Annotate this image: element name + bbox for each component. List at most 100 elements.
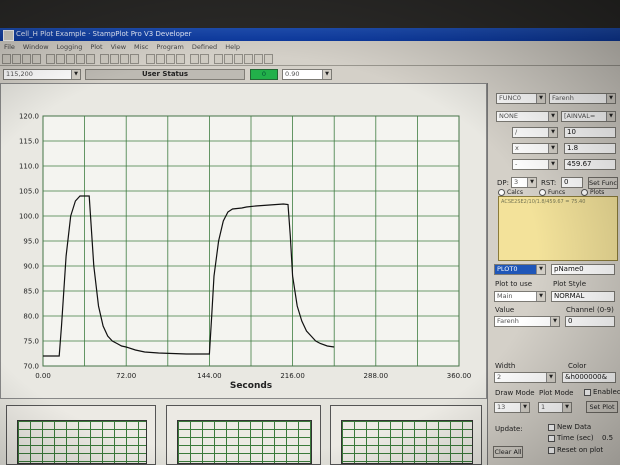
func-name-select[interactable]: Farenh ▼ bbox=[549, 93, 616, 104]
enabled-checkbox[interactable]: Enabled bbox=[584, 388, 620, 396]
input-value: [AINVAL= bbox=[564, 112, 596, 120]
plot-to-use-select[interactable]: Main ▼ bbox=[494, 291, 546, 302]
plot-name-input[interactable]: pName0 bbox=[551, 264, 615, 275]
op2-select[interactable]: x ▼ bbox=[512, 143, 558, 154]
plot-style-input[interactable]: NORMAL bbox=[551, 291, 615, 302]
mini-plot-2[interactable] bbox=[166, 405, 321, 465]
color-input[interactable]: &h000000& bbox=[562, 372, 616, 383]
text-icon[interactable] bbox=[244, 54, 253, 64]
dp-select[interactable]: 3 ▼ bbox=[511, 177, 537, 188]
op3-select[interactable]: - ▼ bbox=[512, 159, 558, 170]
y-tick-label: 105.0 bbox=[19, 188, 39, 196]
interval-select[interactable]: 0.90 ▼ bbox=[282, 69, 332, 80]
shift-left-icon[interactable] bbox=[120, 54, 129, 64]
menu-view[interactable]: View bbox=[107, 41, 130, 53]
value-label: Value bbox=[495, 306, 515, 314]
y-zoom-in-icon[interactable] bbox=[146, 54, 155, 64]
menu-help[interactable]: Help bbox=[221, 41, 244, 53]
mini-plot-1[interactable] bbox=[6, 405, 156, 465]
checkbox-icon bbox=[548, 434, 555, 442]
value-select[interactable]: Farenh ▼ bbox=[494, 316, 560, 327]
reset-on-plot-checkbox[interactable]: Reset on plot bbox=[548, 446, 603, 454]
radio-funcs-label: Funcs bbox=[548, 189, 566, 196]
y-tick-label: 70.0 bbox=[23, 363, 39, 371]
reset-on-plot-label: Reset on plot bbox=[557, 446, 604, 454]
menu-defined[interactable]: Defined bbox=[188, 41, 221, 53]
operand1-input[interactable]: 10 bbox=[564, 127, 616, 138]
draw-icon[interactable] bbox=[214, 54, 223, 64]
shift-right-icon[interactable] bbox=[130, 54, 139, 64]
new-data-label: New Data bbox=[557, 423, 592, 431]
time-value[interactable]: 0.5 bbox=[602, 434, 613, 442]
width-select[interactable]: 2 ▼ bbox=[494, 372, 556, 383]
op2-value: x bbox=[515, 144, 519, 152]
set-plot-button[interactable]: Set Plot bbox=[586, 401, 618, 413]
print-icon[interactable] bbox=[22, 54, 31, 64]
help-icon[interactable] bbox=[264, 54, 273, 64]
color-icon[interactable] bbox=[224, 54, 233, 64]
new-data-checkbox[interactable]: New Data bbox=[548, 423, 591, 431]
disconnect-icon[interactable] bbox=[86, 54, 95, 64]
settings-icon[interactable] bbox=[254, 54, 263, 64]
menu-bar: File Window Logging Plot View Misc Program Defi… bbox=[0, 41, 620, 53]
plot-select-value: PLOT0 bbox=[497, 265, 518, 273]
zoom-in-icon[interactable] bbox=[100, 54, 109, 64]
window-title: Cell_H Plot Example · StampPlot Pro V3 D… bbox=[16, 30, 192, 38]
menu-program[interactable]: Program bbox=[152, 41, 187, 53]
zoom-out-icon[interactable] bbox=[110, 54, 119, 64]
op1-select[interactable]: / ▼ bbox=[512, 127, 558, 138]
pause-icon[interactable] bbox=[46, 54, 55, 64]
plot-select[interactable]: PLOT0 ▼ bbox=[494, 264, 546, 275]
radio-funcs[interactable]: Funcs bbox=[539, 189, 565, 196]
menu-misc[interactable]: Misc bbox=[130, 41, 152, 53]
chevron-down-icon: ▼ bbox=[536, 94, 545, 103]
radio-plots[interactable]: Plots bbox=[581, 189, 604, 196]
connect-icon[interactable] bbox=[76, 54, 85, 64]
baud-select[interactable]: 115,200 ▼ bbox=[3, 69, 81, 80]
open-icon[interactable] bbox=[2, 54, 11, 64]
chevron-down-icon: ▼ bbox=[536, 265, 545, 274]
chevron-down-icon: ▼ bbox=[550, 317, 559, 326]
y-up-icon[interactable] bbox=[166, 54, 175, 64]
rst-input[interactable]: 0 bbox=[561, 177, 583, 188]
x-tick-label: 0.00 bbox=[35, 372, 51, 380]
func-select[interactable]: FUNC0 ▼ bbox=[496, 93, 546, 104]
save-icon[interactable] bbox=[12, 54, 21, 64]
grid-icon[interactable] bbox=[190, 54, 199, 64]
title-bar: Cell_H Plot Example · StampPlot Pro V3 D… bbox=[0, 28, 620, 41]
menu-plot[interactable]: Plot bbox=[86, 41, 106, 53]
main-plot-panel[interactable]: 120.0 115.0 110.0 105.0 100.0 95.0 90.0 85.0 80.… bbox=[0, 83, 487, 399]
y-down-icon[interactable] bbox=[176, 54, 185, 64]
plot-mode-select[interactable]: 1 ▼ bbox=[538, 402, 572, 413]
menu-logging[interactable]: Logging bbox=[53, 41, 87, 53]
dp-value: 3 bbox=[514, 178, 519, 186]
operand2-input[interactable]: 1.8 bbox=[564, 143, 616, 154]
set-func-button[interactable]: Set Func bbox=[588, 177, 618, 189]
width-value: 2 bbox=[497, 373, 502, 381]
clear-icon[interactable] bbox=[200, 54, 209, 64]
chevron-down-icon: ▼ bbox=[71, 70, 80, 79]
menu-window[interactable]: Window bbox=[19, 41, 53, 53]
channel-label: Channel (0-9) bbox=[566, 306, 614, 314]
op1-value: / bbox=[515, 128, 518, 136]
copy-icon[interactable] bbox=[32, 54, 41, 64]
input-select[interactable]: [AINVAL= ▼ bbox=[561, 111, 616, 122]
source-select[interactable]: NONE ▼ bbox=[496, 111, 558, 122]
operand3-input[interactable]: 459.67 bbox=[564, 159, 616, 170]
radio-calcs[interactable]: Calcs bbox=[498, 189, 523, 196]
stop-icon[interactable] bbox=[66, 54, 75, 64]
mini-plot-3[interactable] bbox=[330, 405, 482, 465]
draw-mode-select[interactable]: 13 ▼ bbox=[494, 402, 530, 413]
line-chart[interactable]: 120.0 115.0 110.0 105.0 100.0 95.0 90.0 85.0 80.… bbox=[1, 84, 488, 400]
checkbox-icon bbox=[548, 446, 555, 454]
function-list-item[interactable]: ACSE2SE2/10/1.8/459.67 = 75.40 bbox=[501, 199, 585, 205]
channel-input[interactable]: 0 bbox=[565, 316, 615, 327]
time-checkbox[interactable]: Time (sec) bbox=[548, 434, 594, 442]
clear-all-button[interactable]: Clear All bbox=[493, 446, 523, 458]
image-icon[interactable] bbox=[234, 54, 243, 64]
menu-file[interactable]: File bbox=[0, 41, 19, 53]
record-icon[interactable] bbox=[56, 54, 65, 64]
function-list[interactable]: ACSE2SE2/10/1.8/459.67 = 75.40 bbox=[498, 196, 618, 261]
plot-to-use-label: Plot to use bbox=[495, 280, 533, 288]
y-zoom-out-icon[interactable] bbox=[156, 54, 165, 64]
